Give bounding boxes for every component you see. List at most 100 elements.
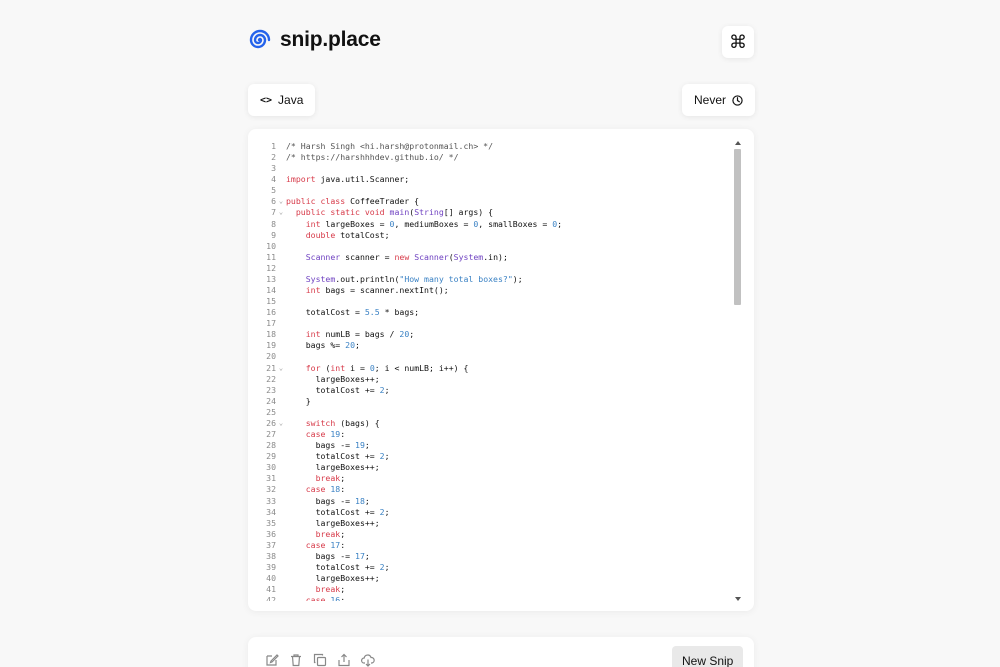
code-line[interactable]: 38 bags -= 17;: [248, 551, 732, 562]
edit-icon[interactable]: [265, 653, 279, 667]
code-line[interactable]: 28 bags -= 19;: [248, 440, 732, 451]
line-number: 31: [266, 473, 276, 484]
code-text: break;: [286, 473, 346, 484]
code-token: String: [414, 207, 444, 218]
fold-gutter: [276, 230, 286, 241]
code-line[interactable]: 40 largeBoxes++;: [248, 573, 732, 584]
editor-scrollbar[interactable]: [733, 141, 743, 601]
code-token: 19: [330, 429, 341, 440]
code-line[interactable]: 31 break;: [248, 473, 732, 484]
brand-logo[interactable]: snip.place: [248, 28, 381, 52]
code-lines[interactable]: 1 /* Harsh Singh <hi.harsh@protonmail.ch>…: [248, 141, 732, 601]
code-line[interactable]: 30 largeBoxes++;: [248, 462, 732, 473]
code-line[interactable]: 35 largeBoxes++;: [248, 518, 732, 529]
code-token: System: [305, 273, 336, 284]
language-selector[interactable]: <> Java: [248, 84, 316, 116]
code-token: 17: [355, 550, 365, 561]
line-number: 14: [266, 285, 276, 296]
code-line[interactable]: 39 totalCost += 2;: [248, 562, 732, 573]
code-token: ;: [355, 340, 360, 351]
expiry-selector[interactable]: Never: [682, 84, 756, 116]
code-text: bags -= 18;: [286, 496, 370, 507]
code-line[interactable]: 15: [248, 296, 732, 307]
code-line[interactable]: 23 totalCost += 2;: [248, 385, 732, 396]
code-text: totalCost += 2;: [286, 385, 390, 396]
line-number: 9: [271, 229, 276, 240]
code-line[interactable]: 14 int bags = scanner.nextInt();: [248, 285, 732, 296]
code-token: ; i < numLB; i++) {: [374, 362, 469, 373]
code-line[interactable]: 33 bags -= 18;: [248, 496, 732, 507]
fold-gutter: [276, 185, 286, 196]
command-icon: ⌘: [729, 31, 747, 52]
code-token: ;: [384, 561, 390, 572]
line-number: 11: [266, 251, 276, 262]
fold-gutter: [276, 141, 286, 152]
code-line[interactable]: 24 }: [248, 396, 732, 407]
code-text: case 19:: [286, 429, 345, 440]
fold-gutter: [276, 440, 286, 451]
code-line[interactable]: 34 totalCost += 2;: [248, 507, 732, 518]
code-line[interactable]: 13 System.out.println("How many total bo…: [248, 274, 732, 285]
trash-icon[interactable]: [289, 653, 303, 667]
line-number: 41: [266, 584, 276, 595]
copy-icon[interactable]: [313, 653, 327, 667]
download-icon[interactable]: [361, 653, 375, 667]
fold-chevron-icon[interactable]: ⌄: [276, 196, 286, 207]
scroll-down-arrow[interactable]: [735, 597, 741, 601]
code-token: totalCost +=: [286, 384, 380, 395]
scroll-up-arrow[interactable]: [735, 141, 741, 145]
code-line[interactable]: 5: [248, 185, 732, 196]
code-line[interactable]: 19 bags %= 20;: [248, 340, 732, 351]
code-line[interactable]: 37 case 17:: [248, 540, 732, 551]
new-snip-button[interactable]: New Snip: [672, 646, 744, 667]
command-menu-button[interactable]: ⌘: [722, 26, 754, 58]
code-line[interactable]: 10: [248, 241, 732, 252]
code-line[interactable]: 29 totalCost += 2;: [248, 451, 732, 462]
line-number: 8: [271, 218, 276, 229]
code-line[interactable]: 17: [248, 318, 732, 329]
fold-chevron-icon[interactable]: ⌄: [276, 363, 286, 374]
line-number: 28: [266, 440, 276, 451]
code-line[interactable]: 36 break;: [248, 529, 732, 540]
code-line[interactable]: 42 case 16:: [248, 595, 732, 601]
code-line[interactable]: 7 ⌄ public static void main(String[] args…: [248, 207, 732, 218]
expiry-label: Never: [694, 93, 727, 107]
share-icon[interactable]: [337, 653, 351, 667]
code-line[interactable]: 32 case 18:: [248, 484, 732, 495]
code-line[interactable]: 41 break;: [248, 584, 732, 595]
spiral-logo-icon: [249, 29, 271, 49]
code-token: case: [305, 429, 326, 440]
code-line[interactable]: 27 case 19:: [248, 429, 732, 440]
code-line[interactable]: 25: [248, 407, 732, 418]
code-text: totalCost += 2;: [286, 451, 390, 462]
code-token: main: [389, 207, 410, 218]
scroll-thumb[interactable]: [734, 149, 741, 305]
code-token: int: [330, 362, 346, 373]
code-token: int: [305, 285, 321, 296]
code-line[interactable]: 6 ⌄ public class CoffeeTrader {: [248, 196, 732, 207]
code-line[interactable]: 21 ⌄ for (int i = 0; i < numLB; i++) {: [248, 363, 732, 374]
code-line[interactable]: 4 import java.util.Scanner;: [248, 174, 732, 185]
code-line[interactable]: 26 ⌄ switch (bags) {: [248, 418, 732, 429]
code-line[interactable]: 20: [248, 351, 732, 362]
fold-chevron-icon[interactable]: ⌄: [276, 418, 286, 429]
code-line[interactable]: 1 /* Harsh Singh <hi.harsh@protonmail.ch>…: [248, 141, 732, 152]
code-line[interactable]: 12: [248, 263, 732, 274]
code-line[interactable]: 11 Scanner scanner = new Scanner(System.…: [248, 252, 732, 263]
code-token: import: [286, 174, 316, 185]
language-label: Java: [278, 93, 304, 107]
code-line[interactable]: 16 totalCost = 5.5 * bags;: [248, 307, 732, 318]
code-editor[interactable]: 1 /* Harsh Singh <hi.harsh@protonmail.ch>…: [248, 129, 754, 611]
code-line[interactable]: 9 double totalCost;: [248, 230, 732, 241]
code-line[interactable]: 18 int numLB = bags / 20;: [248, 329, 732, 340]
code-line[interactable]: 2 /* https://harshhhdev.github.io/ */: [248, 152, 732, 163]
fold-gutter: [276, 407, 286, 418]
line-number: 3: [271, 163, 276, 174]
fold-chevron-icon[interactable]: ⌄: [276, 207, 286, 218]
code-line[interactable]: 22 largeBoxes++;: [248, 374, 732, 385]
code-line[interactable]: 8 int largeBoxes = 0, mediumBoxes = 0, s…: [248, 219, 732, 230]
code-text: switch (bags) {: [286, 418, 380, 429]
code-line[interactable]: 3: [248, 163, 732, 174]
